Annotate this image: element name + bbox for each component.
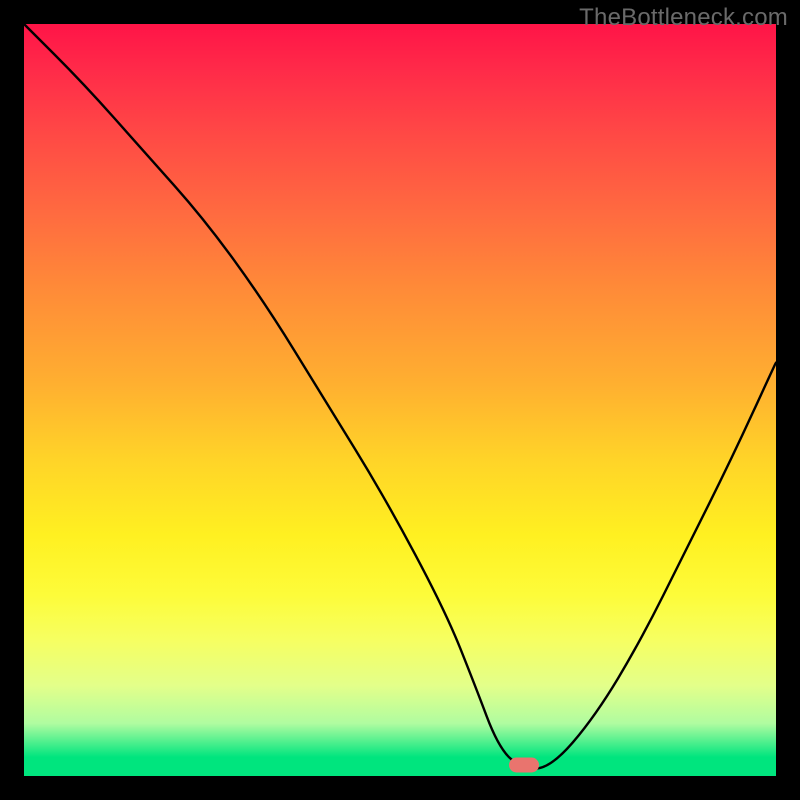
optimal-point-marker	[509, 757, 539, 772]
bottleneck-curve	[24, 24, 776, 776]
plot-area	[24, 24, 776, 776]
chart-frame: TheBottleneck.com	[0, 0, 800, 800]
watermark-text: TheBottleneck.com	[579, 4, 788, 32]
